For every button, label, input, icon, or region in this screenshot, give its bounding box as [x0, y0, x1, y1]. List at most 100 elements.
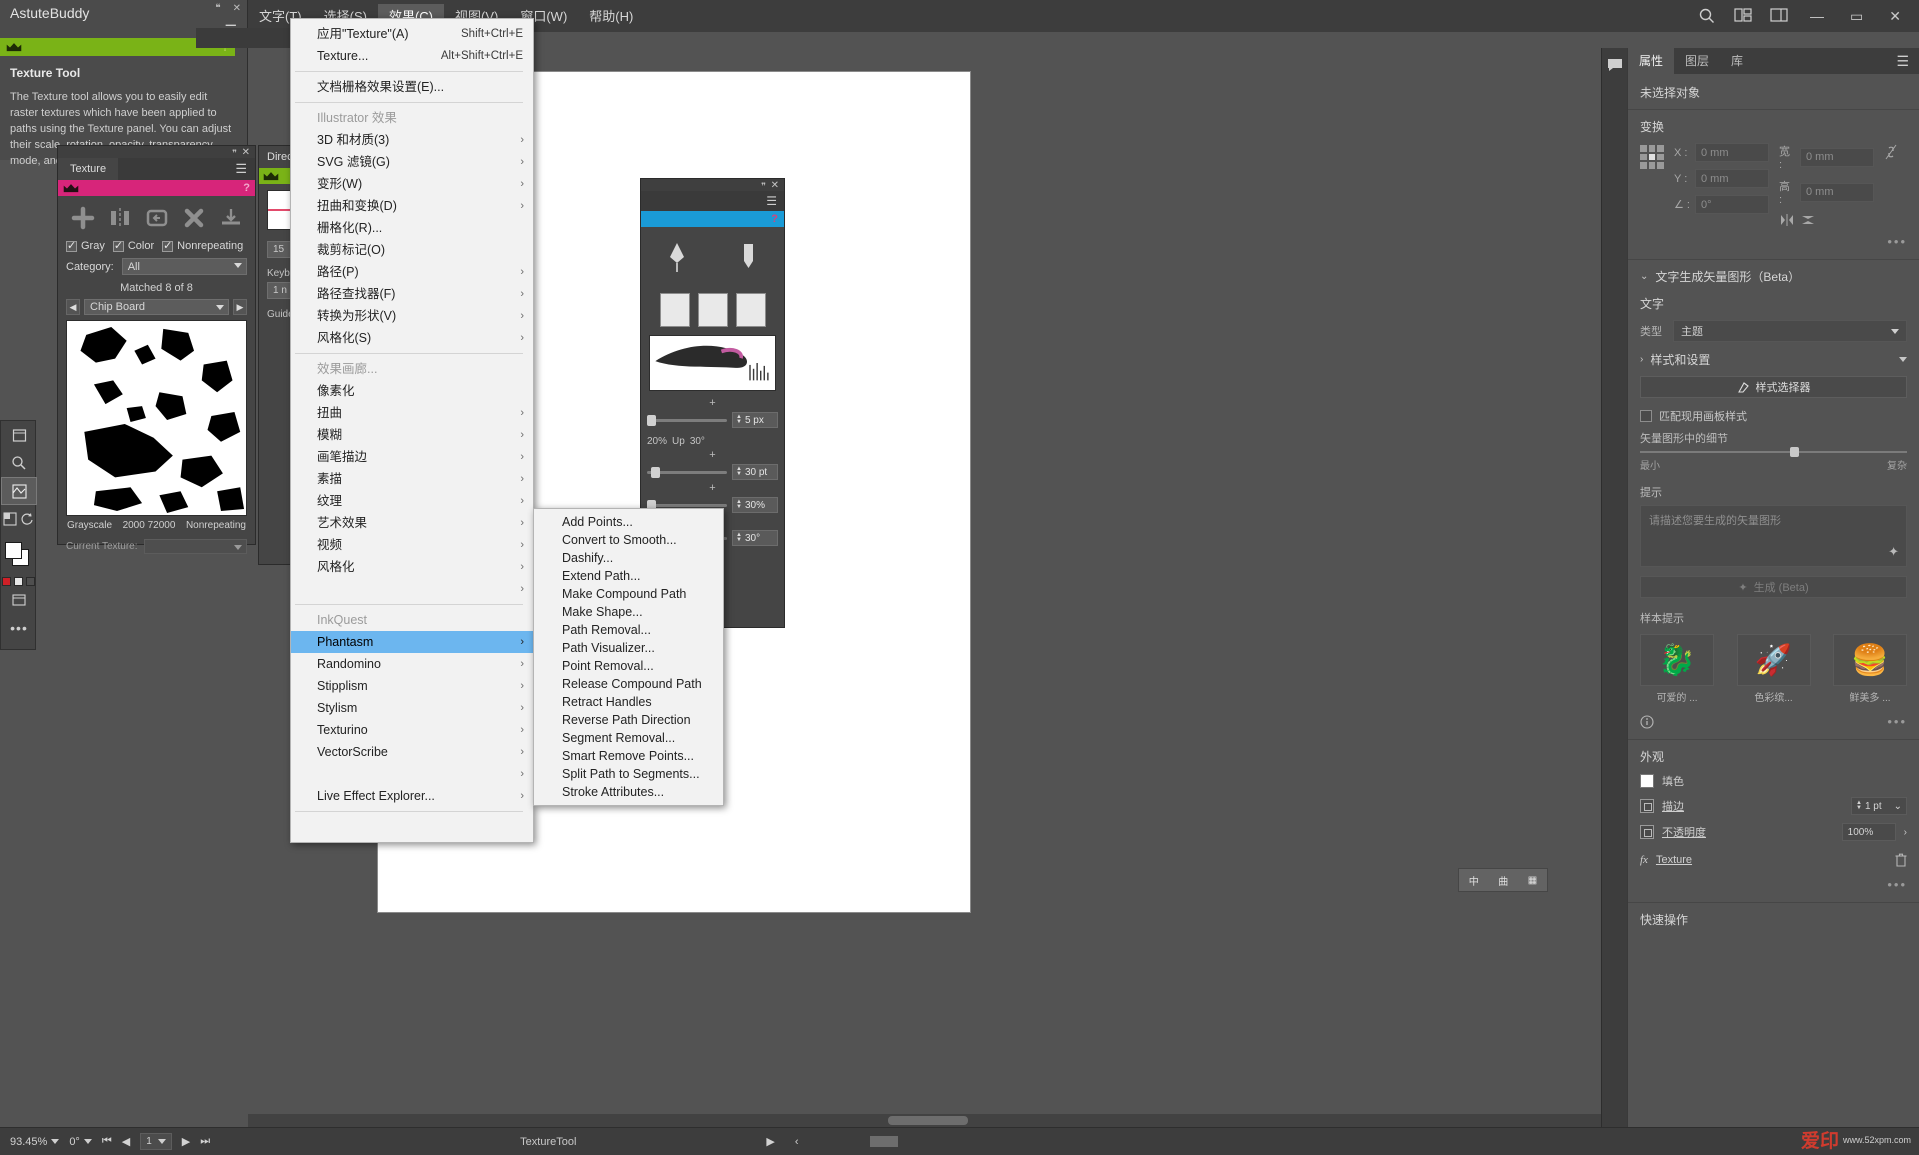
spinner-arrows-icon[interactable]: ▲ ▼ [733, 414, 745, 425]
brush-weight-knob[interactable] [651, 466, 660, 478]
flip-horizontal-icon[interactable] [1779, 213, 1795, 227]
menu-item-svg-filters[interactable]: SVG 滤镜(G) › [291, 151, 533, 173]
chevron-down-icon[interactable] [216, 305, 224, 310]
tab-layers[interactable]: 图层 [1674, 48, 1720, 74]
tab-libraries[interactable]: 库 [1720, 48, 1754, 74]
tool-screen-mode[interactable] [1, 586, 37, 614]
artboard-nav-first[interactable]: ⏮ [102, 1135, 112, 1148]
menu-item-stylize-ps[interactable]: › [291, 578, 533, 600]
submenu-item-extend-path[interactable]: Extend Path... [534, 567, 723, 585]
ref-pt-cell[interactable] [1648, 145, 1656, 152]
spinner-arrows-icon[interactable]: ▲ ▼ [733, 499, 745, 510]
menu-item-raster-effect-settings[interactable]: 文档栅格效果设置(E)... [291, 76, 533, 98]
texture-panel-menu-icon[interactable]: ☰ [235, 161, 255, 177]
texture-preview[interactable] [66, 320, 247, 516]
close-icon[interactable]: ✕ [242, 147, 250, 158]
mirror-icon[interactable] [107, 205, 133, 231]
menu-item-phantasm[interactable]: Stipplism › [291, 675, 533, 697]
brush-opacity-spinner[interactable]: ▲ ▼ 30% [732, 497, 778, 513]
fill-stroke-swatches[interactable] [1, 539, 37, 573]
brush-preset-1[interactable] [659, 293, 690, 327]
brush-preset-3[interactable] [735, 293, 766, 327]
brush-help-badge[interactable]: ? [771, 213, 778, 225]
menu-item-live-effect-explorer[interactable] [291, 816, 533, 838]
menu-item-stylism[interactable]: VectorScribe › [291, 741, 533, 763]
menu-item-3d-materials[interactable]: 3D 和材质(3) › [291, 129, 533, 151]
comments-icon[interactable] [1602, 48, 1627, 82]
horizontal-scroll-thumb[interactable] [888, 1116, 968, 1125]
texture-help-badge[interactable]: ? [243, 182, 250, 194]
tool-artboard[interactable] [1, 421, 37, 449]
texture-panel-grip[interactable]: ❞ ✕ [58, 146, 255, 158]
menu-item-effect-gallery[interactable]: 像素化 [291, 380, 533, 402]
sample-prompt-1[interactable]: 🐉 可爱的 ... [1640, 634, 1714, 704]
widget-label-3[interactable]: ▦ [1528, 875, 1537, 886]
menu-item-crop-marks[interactable]: 裁剪标记(O) [291, 239, 533, 261]
w-field[interactable]: 0 mm [1800, 147, 1874, 167]
chevron-down-icon[interactable]: ⌄ [1640, 271, 1648, 282]
ref-pt-cell[interactable] [1657, 162, 1664, 169]
window-maximize-button[interactable]: ▭ [1846, 8, 1867, 25]
submenu-item-make-shape[interactable]: Make Shape... [534, 603, 723, 621]
collapse-icon[interactable]: ❝ [215, 3, 220, 14]
fill-row[interactable]: 填色 [1640, 773, 1907, 789]
submenu-item-split-path-to-segments[interactable]: Split Path to Segments... [534, 765, 723, 783]
sample-prompt-2[interactable]: 🚀 色彩缤... [1736, 634, 1811, 704]
appearance-more-icon[interactable]: ••• [1640, 877, 1907, 892]
brush-opacity-track[interactable] [647, 499, 727, 511]
widget-label-2[interactable]: 曲 [1498, 873, 1508, 888]
info-more-icon[interactable]: ••• [1654, 714, 1907, 729]
opacity-field[interactable]: 100% [1841, 823, 1896, 841]
submenu-item-segment-removal[interactable]: Segment Removal... [534, 729, 723, 747]
submenu-item-path-removal[interactable]: Path Removal... [534, 621, 723, 639]
canvas-horizontal-scrollbar[interactable] [248, 1114, 1601, 1127]
properties-menu-icon[interactable]: ☰ [1896, 53, 1919, 70]
sparkle-icon[interactable]: ✦ [1888, 544, 1899, 560]
tool-zoom[interactable] [1, 449, 37, 477]
ag-utilities-submenu[interactable]: Add Points... Convert to Smooth... Dashi… [533, 508, 724, 806]
texture-panel-tab[interactable]: Texture [58, 158, 119, 180]
menu-item-ag-utilities[interactable]: Phantasm › [291, 631, 533, 653]
menu-item-texture-ps[interactable]: 艺术效果 › [291, 512, 533, 534]
workspace-icon[interactable] [1734, 7, 1752, 25]
menu-item-path[interactable]: 路径(P) › [291, 261, 533, 283]
tool-more-icon[interactable]: ••• [1, 614, 37, 642]
chevron-down-icon[interactable] [51, 1139, 60, 1144]
menu-item-randomino[interactable]: Stylism › [291, 697, 533, 719]
brush-add-icon-2[interactable]: + [641, 450, 784, 461]
next-texture-button[interactable]: ▶ [233, 299, 247, 315]
delete-effect-icon[interactable] [1895, 853, 1907, 867]
menu-item-warp[interactable]: 变形(W) › [291, 173, 533, 195]
detail-slider-knob[interactable] [1789, 447, 1799, 457]
info-icon[interactable] [1640, 714, 1654, 729]
chevron-down-icon[interactable] [1899, 357, 1907, 362]
artboard-nav-last[interactable]: ⏭ [200, 1135, 210, 1148]
window-close-button[interactable]: ✕ [1885, 8, 1905, 25]
artboard-nav-next[interactable]: ▶ [182, 1135, 190, 1148]
link-constraints-icon[interactable] [1884, 143, 1898, 161]
type-dropdown[interactable]: 主题 [1673, 320, 1907, 342]
collapse-icon[interactable]: ❞ [232, 148, 237, 159]
submenu-item-convert-to-smooth[interactable]: Convert to Smooth... [534, 531, 723, 549]
flip-vertical-icon[interactable] [1800, 213, 1816, 227]
fill-swatch[interactable] [5, 542, 22, 559]
angle-field[interactable]: 0° [1695, 195, 1769, 214]
status-play-icon[interactable]: ▶ [766, 1135, 774, 1148]
tool-rotate-view[interactable] [18, 505, 35, 533]
stroke-swatch-icon[interactable] [1640, 799, 1654, 813]
detail-slider-track[interactable] [1640, 447, 1907, 457]
window-minimize-button[interactable]: — [1806, 8, 1828, 24]
sample-thumb-burger[interactable]: 🍔 [1833, 634, 1907, 686]
rotation-control[interactable]: 0° [69, 1136, 92, 1148]
submenu-item-make-compound-path[interactable]: Make Compound Path [534, 585, 723, 603]
submenu-item-release-compound-path[interactable]: Release Compound Path [534, 675, 723, 693]
submenu-item-stroke-attributes[interactable]: Stroke Attributes... [534, 783, 723, 801]
ref-pt-cell[interactable] [1640, 162, 1647, 169]
menu-item-convert-to-shape[interactable]: 转换为形状(V) › [291, 305, 533, 327]
menu-item-sketch[interactable]: 纹理 › [291, 490, 533, 512]
x-field[interactable]: 0 mm [1695, 143, 1769, 162]
ref-pt-cell[interactable] [1657, 145, 1664, 152]
ref-pt-cell[interactable] [1657, 153, 1664, 161]
checkbox-nonrepeating[interactable]: Nonrepeating [162, 239, 243, 252]
status-prev-icon[interactable]: ‹ [795, 1136, 799, 1148]
